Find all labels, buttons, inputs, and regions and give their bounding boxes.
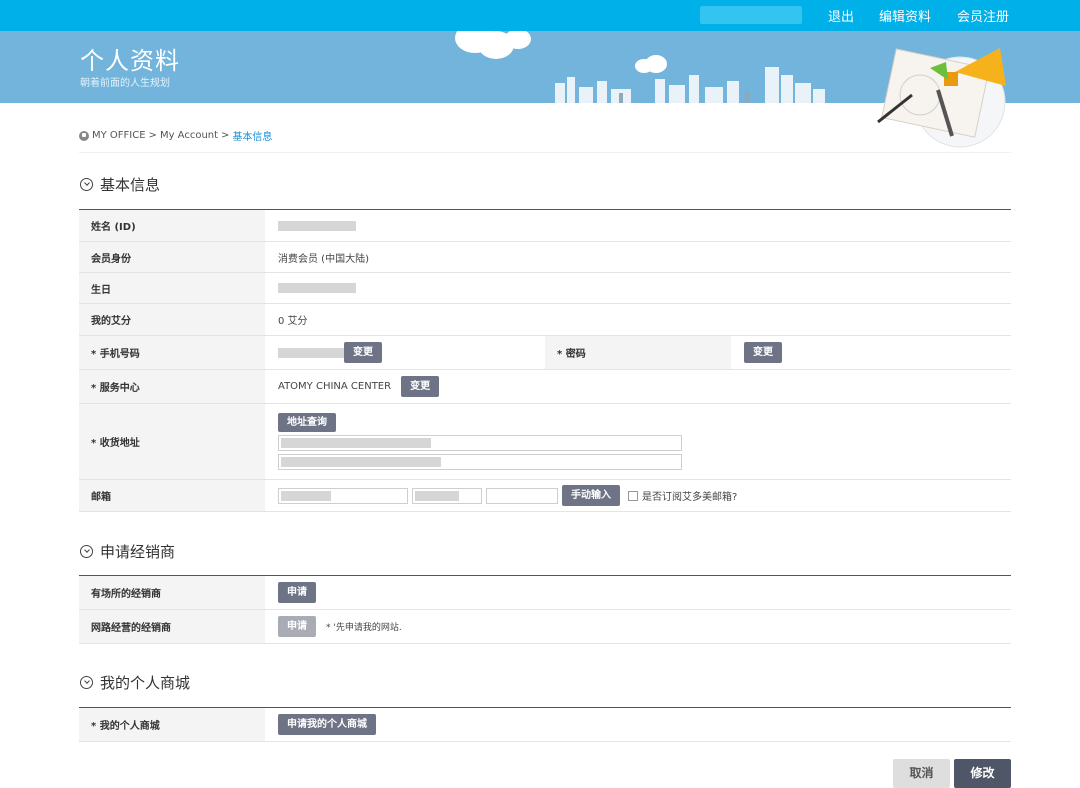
breadcrumb-separator: > [148,130,157,141]
address-line1-input[interactable] [278,435,682,451]
submit-button[interactable]: 修改 [954,759,1011,788]
breadcrumb: MY OFFICE > My Account > 基本信息 [79,128,272,143]
birthday-value-blurred [278,283,356,293]
section-title-basic: 基本信息 [100,176,161,194]
logout-link[interactable]: 退出 [828,6,854,25]
section-personal-mall[interactable]: 我的个人商城 [80,672,190,693]
basic-info-table: 姓名 (ID) 会员身份 消费会员 (中国大陆) 生日 我的艾分 0 艾分 * … [79,209,1011,512]
breadcrumb-my-account[interactable]: My Account [160,130,218,141]
chevron-down-icon[interactable] [80,178,93,191]
distributor-table: 有场所的经销商 申请 网路经营的经销商 申请 * '先申请我的网站. [79,575,1011,644]
breadcrumb-my-office[interactable]: MY OFFICE [92,130,146,141]
change-password-button[interactable]: 变更 [744,342,782,363]
address-line2-input[interactable] [278,454,682,470]
membership-value: 消费会员 (中国大陆) [278,253,369,265]
table-row: * 手机号码 变更 * 密码 变更 [79,336,1011,370]
points-label: 我的艾分 [79,304,265,335]
breadcrumb-current: 基本信息 [232,132,273,143]
table-row: 姓名 (ID) [79,210,1011,242]
page-title: 个人资料 [80,47,180,75]
apply-online-distributor-button[interactable]: 申请 [278,616,316,637]
email-user-blurred [281,490,331,501]
store-distributor-label: 有场所的经销商 [79,576,265,609]
apply-personal-mall-button[interactable]: 申请我的个人商城 [278,714,376,735]
top-bar: 退出 编辑资料 会员注册 [0,0,1080,31]
table-row: 邮箱 手动输入 是否订阅艾多美邮箱? [79,480,1011,512]
membership-label: 会员身份 [79,242,265,272]
table-row: 会员身份 消费会员 (中国大陆) [79,242,1011,273]
change-phone-button[interactable]: 变更 [344,342,382,363]
email-label: 邮箱 [79,480,265,511]
online-distributor-note: * '先申请我的网站. [326,623,402,633]
section-distributor[interactable]: 申请经销商 [80,541,175,562]
cancel-button[interactable]: 取消 [893,759,950,788]
breadcrumb-separator: > [221,130,230,141]
address-line2-blurred [281,457,441,467]
edit-profile-link[interactable]: 编辑资料 [879,6,931,25]
cloud-decoration [505,31,531,49]
chevron-down-icon[interactable] [80,545,93,558]
member-register-link[interactable]: 会员注册 [957,6,1009,25]
birthday-label: 生日 [79,273,265,303]
megaphone-illustration [877,48,1006,148]
table-row: 有场所的经销商 申请 [79,576,1011,610]
personal-mall-label: * 我的个人商城 [79,708,265,741]
personal-mall-table: * 我的个人商城 申请我的个人商城 [79,707,1011,742]
change-service-center-button[interactable]: 变更 [401,376,440,397]
table-row: 生日 [79,273,1011,304]
subscribe-label: 是否订阅艾多美邮箱? [642,492,738,503]
page-subtitle: 朝着前面的人生规划 [80,78,170,89]
table-row: * 服务中心 ATOMY CHINA CENTER 变更 [79,370,1011,404]
manual-input-button[interactable]: 手动输入 [562,485,620,506]
name-label: 姓名 (ID) [79,210,265,241]
password-label: * 密码 [545,336,731,369]
service-center-label: * 服务中心 [79,370,265,403]
table-row: 网路经营的经销商 申请 * '先申请我的网站. [79,610,1011,644]
online-distributor-label: 网路经营的经销商 [79,610,265,643]
section-title-mall: 我的个人商城 [100,674,191,692]
points-value: 0 艾分 [278,316,308,327]
address-line1-blurred [281,438,431,448]
subscribe-checkbox[interactable] [628,490,638,501]
chevron-down-icon[interactable] [80,676,93,689]
home-icon[interactable] [79,130,89,141]
table-row: * 我的个人商城 申请我的个人商城 [79,708,1011,742]
table-row: 我的艾分 0 艾分 [79,304,1011,336]
table-row: * 收货地址 地址查询 [79,404,1011,480]
phone-label: * 手机号码 [79,336,265,369]
apply-store-distributor-button[interactable]: 申请 [278,582,316,603]
section-basic-info[interactable]: 基本信息 [80,174,160,195]
username-blurred [700,6,802,24]
address-label: * 收货地址 [79,404,265,479]
divider [79,152,1011,153]
phone-value-blurred [278,347,344,358]
city-skyline-illustration [555,67,825,103]
section-title-distributor: 申请经销商 [100,543,176,561]
email-user-input[interactable] [278,487,408,504]
service-center-value: ATOMY CHINA CENTER [278,381,392,392]
name-value-blurred [278,220,356,231]
email-domain-input[interactable] [412,487,482,504]
email-domain-blurred [415,490,459,501]
address-search-button[interactable]: 地址查询 [278,413,336,432]
email-domain-select[interactable] [486,487,558,504]
